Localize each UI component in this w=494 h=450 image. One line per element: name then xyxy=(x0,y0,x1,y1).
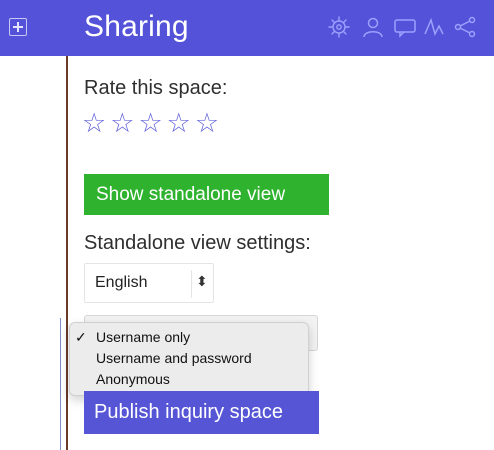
header-bar: Sharing xyxy=(0,0,494,56)
access-mode-dropdown: ✓ Username only Username and password An… xyxy=(69,322,309,396)
language-select[interactable]: English ⬍ xyxy=(84,263,214,303)
panel-divider-secondary xyxy=(60,318,61,450)
star-2-icon[interactable]: ☆ xyxy=(110,108,134,138)
page-title: Sharing xyxy=(84,10,189,43)
option-anonymous[interactable]: Anonymous xyxy=(96,369,170,389)
language-select-value: English xyxy=(95,274,148,291)
user-icon[interactable] xyxy=(360,14,386,40)
add-panel-button[interactable] xyxy=(9,18,27,36)
option-username-only[interactable]: Username only xyxy=(96,327,190,347)
select-separator xyxy=(191,270,192,298)
show-standalone-view-button[interactable]: Show standalone view xyxy=(84,174,329,215)
select-arrows-icon: ⬍ xyxy=(196,273,208,289)
chat-icon[interactable] xyxy=(392,14,418,40)
left-gutter xyxy=(0,56,66,450)
standalone-settings-label: Standalone view settings: xyxy=(84,232,311,254)
publish-inquiry-space-button[interactable]: Publish inquiry space xyxy=(84,391,319,434)
share-icon[interactable] xyxy=(452,14,478,40)
rate-label: Rate this space: xyxy=(84,77,228,99)
option-username-and-password[interactable]: Username and password xyxy=(96,348,252,368)
star-5-icon[interactable]: ☆ xyxy=(195,108,219,138)
star-rating: ☆ ☆ ☆ ☆ ☆ xyxy=(82,108,219,138)
star-4-icon[interactable]: ☆ xyxy=(167,108,191,138)
star-3-icon[interactable]: ☆ xyxy=(138,108,162,138)
star-1-icon[interactable]: ☆ xyxy=(82,108,106,138)
checkmark-icon: ✓ xyxy=(75,329,87,345)
activity-icon[interactable] xyxy=(422,14,448,40)
settings-gear-icon[interactable] xyxy=(326,14,352,40)
